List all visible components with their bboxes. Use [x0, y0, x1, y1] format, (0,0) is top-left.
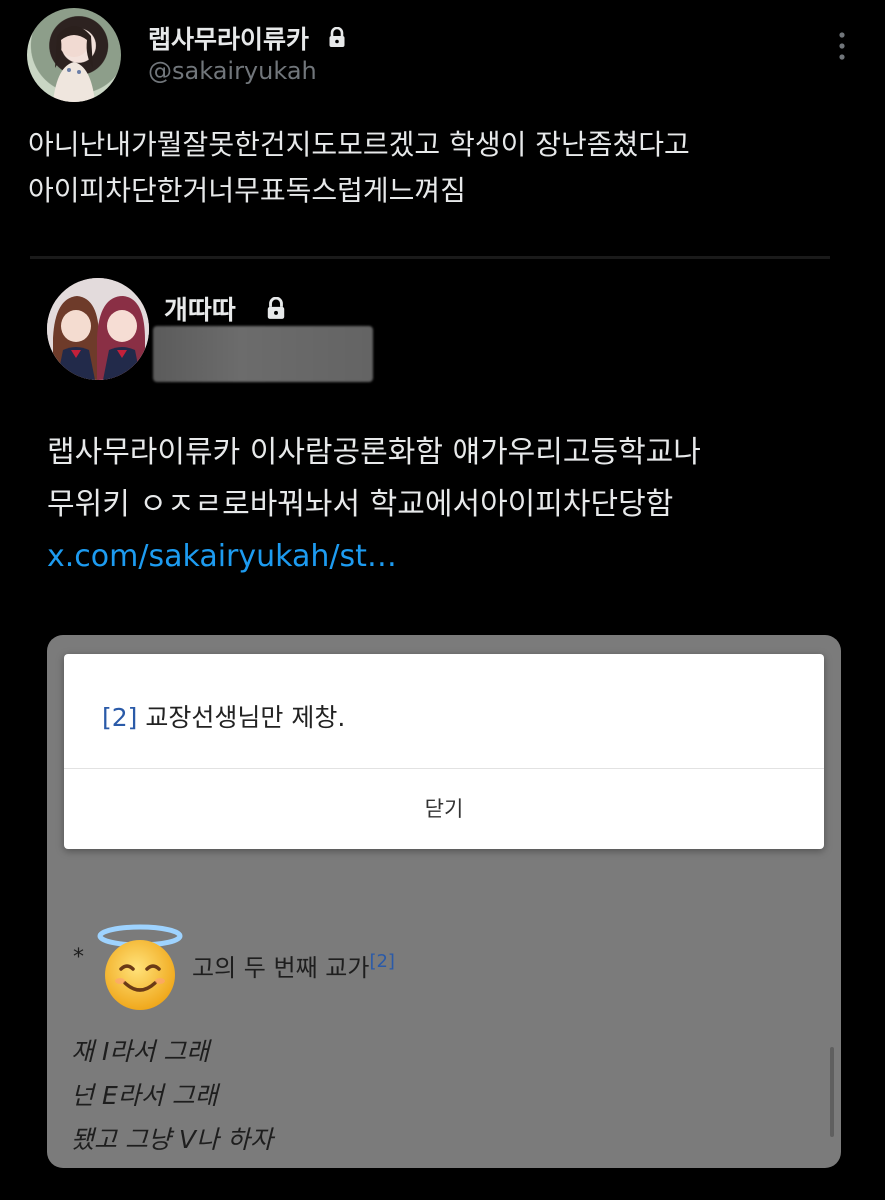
- redacted-handle: [153, 326, 373, 382]
- author-avatar[interactable]: [27, 8, 121, 102]
- lyrics-line: 넌 E라서 그래: [71, 1081, 218, 1110]
- footnote-ref[interactable]: [2]: [102, 703, 137, 732]
- alert-dialog: [2] 교장선생님만 제창. 닫기: [64, 654, 824, 849]
- quote-author-avatar[interactable]: [47, 278, 149, 380]
- footnote-text: 고의 두 번째 교가[2]: [192, 948, 395, 983]
- tweet-text: 아니난내가뭘잘못한건지도모르겠고 학생이 장난좀쳤다고 아이피차단한거너무표독스…: [28, 122, 690, 214]
- dialog-message-text: 교장선생님만 제창.: [145, 703, 346, 732]
- vertical-ellipsis-icon[interactable]: [832, 30, 852, 64]
- quote-text: 랩사무라이류카 이사람공론화함 얘가우리고등학교나 무위키 ㅇㅈㄹ로바꿔놔서 학…: [47, 427, 701, 583]
- footnote-bullet: *: [73, 945, 84, 970]
- footnote-superscript[interactable]: [2]: [369, 951, 395, 972]
- lock-icon: [328, 27, 346, 48]
- quote-text-line: 무위키 ㅇㅈㄹ로바꿔놔서 학교에서아이피차단당함: [47, 487, 674, 522]
- dialog-message: [2] 교장선생님만 제창.: [102, 698, 345, 734]
- attached-image[interactable]: [2] 교장선생님만 제창. 닫기 * 고의 두 번째 교가[2] 재 I라서 …: [47, 635, 841, 1168]
- author-handle[interactable]: @sakairyukah: [148, 57, 317, 85]
- quote-text-line: 랩사무라이류카 이사람공론화함 얘가우리고등학교나: [47, 435, 701, 470]
- tweet-text-line: 아니난내가뭘잘못한건지도모르겠고 학생이 장난좀쳤다고: [28, 128, 690, 161]
- tweet-text-line: 아이피차단한거너무표독스럽게느껴짐: [28, 174, 466, 207]
- lyrics-line: 재 I라서 그래: [71, 1037, 210, 1066]
- scrollbar-thumb[interactable]: [830, 1047, 834, 1137]
- author-name[interactable]: 랩사무라이류카: [148, 20, 309, 56]
- lyrics-line: 됐고 그냥 V나 하자: [71, 1125, 273, 1154]
- quote-link[interactable]: x.com/sakairyukah/st…: [47, 531, 701, 583]
- quote-author-name[interactable]: 개따따: [164, 290, 236, 327]
- close-button[interactable]: 닫기: [64, 769, 824, 849]
- lock-icon: [266, 297, 286, 320]
- smiling-halo-icon: [95, 923, 185, 1013]
- quote-border: [30, 256, 830, 259]
- footnote-text-visible: 고의 두 번째 교가: [192, 954, 370, 982]
